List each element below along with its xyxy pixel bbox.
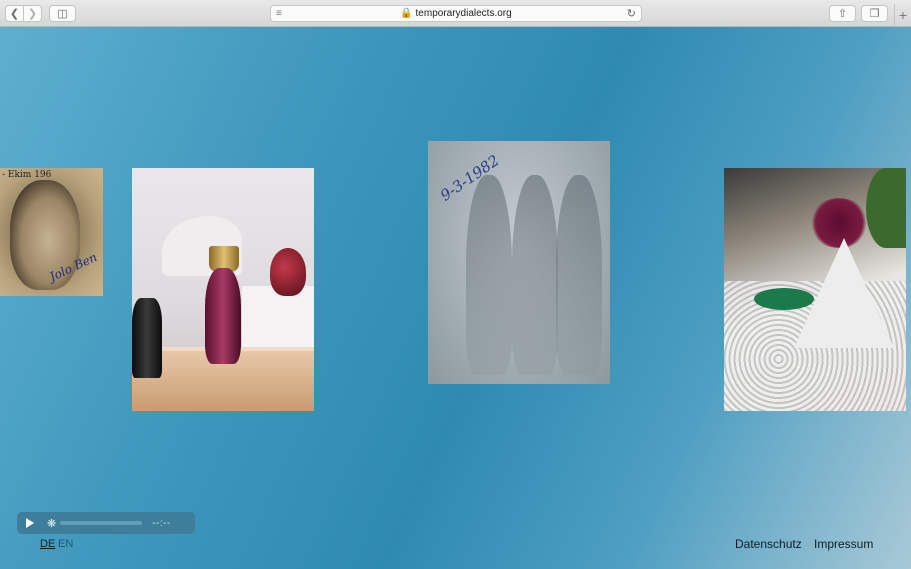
sidebar-button[interactable]: ◫ — [49, 5, 76, 22]
photo-collage[interactable] — [724, 168, 906, 411]
black-bottle — [132, 298, 162, 378]
play-icon[interactable] — [26, 518, 34, 528]
photo-faded-group[interactable]: 9-3-1982 — [428, 141, 610, 384]
sidebar-icon: ◫ — [57, 8, 68, 20]
figure-left — [466, 175, 512, 375]
url-display: 🔒 temporarydialects.org — [271, 8, 641, 19]
loading-spinner-icon: ❋ — [47, 517, 57, 530]
datenschutz-link[interactable]: Datenschutz — [735, 537, 802, 551]
browser-toolbar: ❮ ❯ ◫ ≡ 🔒 temporarydialects.org ↻ ⇧ ❐ + — [0, 0, 911, 27]
address-bar[interactable]: ≡ 🔒 temporarydialects.org ↻ — [270, 5, 642, 22]
chevron-left-icon[interactable]: ❮ — [6, 6, 23, 21]
photo-portrait[interactable]: - Ekim 196 Jolo Ben — [0, 168, 103, 296]
lock-icon: 🔒 — [400, 8, 413, 19]
portrait-caption: - Ekim 196 — [2, 170, 52, 180]
leaf — [866, 168, 906, 248]
audio-player: ❋ --:-- — [17, 512, 195, 534]
progress-track[interactable] — [60, 521, 143, 525]
impressum-link[interactable]: Impressum — [814, 537, 873, 551]
photo-perfume-shelf[interactable] — [132, 168, 314, 411]
tabs-button[interactable]: ❐ — [861, 5, 888, 22]
time-display: --:-- — [152, 517, 171, 529]
lang-en[interactable]: EN — [58, 538, 73, 550]
tabs-icon: ❐ — [869, 8, 880, 20]
nav-buttons: ❮ ❯ — [5, 5, 42, 22]
url-text: temporarydialects.org — [415, 8, 512, 19]
plus-icon[interactable]: + — [894, 4, 911, 26]
share-button[interactable]: ⇧ — [829, 5, 856, 22]
green-shape — [754, 288, 814, 310]
figure-middle — [512, 175, 558, 375]
share-icon: ⇧ — [837, 8, 848, 20]
perfume-bottle — [205, 268, 241, 364]
reload-icon[interactable]: ↻ — [627, 7, 636, 20]
figure-right — [556, 175, 602, 375]
red-bottle — [270, 248, 306, 296]
lang-de[interactable]: DE — [40, 538, 55, 550]
chevron-right-icon[interactable]: ❯ — [23, 6, 41, 21]
